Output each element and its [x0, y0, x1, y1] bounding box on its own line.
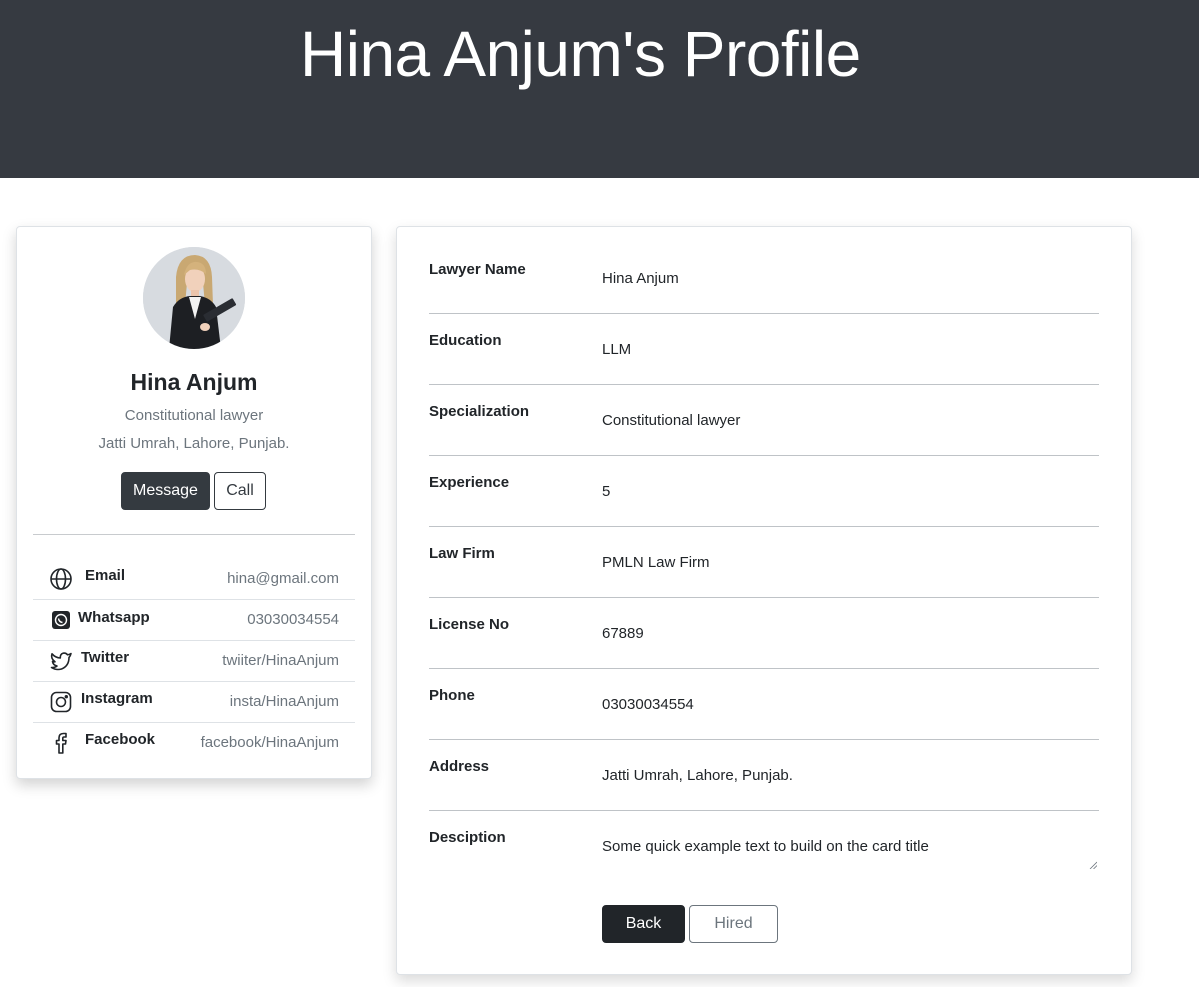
detail-row-experience: Experience 5	[429, 456, 1099, 527]
call-button[interactable]: Call	[214, 472, 266, 510]
detail-row-lawyer-name: Lawyer Name Hina Anjum	[429, 243, 1099, 314]
facebook-icon	[49, 731, 73, 755]
hired-button[interactable]: Hired	[689, 905, 778, 943]
social-value-facebook: facebook/HinaAnjum	[200, 734, 339, 751]
detail-value: PMLN Law Firm	[602, 554, 710, 571]
social-label-instagram: Instagram	[81, 690, 153, 707]
detail-row-specialization: Specialization Constitutional lawyer	[429, 385, 1099, 456]
page-title-name: Hina Anjum	[300, 18, 623, 90]
description-label: Desciption	[429, 829, 506, 846]
social-list: Email hina@gmail.com Whatsapp 0303003455…	[33, 559, 355, 764]
detail-value: 5	[602, 483, 611, 500]
detail-row-address: Address Jatti Umrah, Lahore, Punjab.	[429, 740, 1099, 811]
whatsapp-icon	[51, 610, 71, 630]
avatar-photo	[143, 247, 245, 349]
detail-label: Address	[429, 758, 490, 775]
detail-row-phone: Phone 03030034554	[429, 669, 1099, 740]
page-header: Hina Anjum's Profile	[0, 0, 1199, 178]
detail-label: Education	[429, 332, 502, 349]
detail-label: Specialization	[429, 403, 530, 420]
detail-row-education: Education LLM	[429, 314, 1099, 385]
profile-location: Jatti Umrah, Lahore, Punjab.	[98, 435, 290, 452]
globe-icon	[49, 567, 73, 591]
page-title: Hina Anjum's Profile	[300, 16, 861, 92]
resize-grip-icon[interactable]	[1089, 861, 1097, 869]
twitter-icon	[49, 649, 73, 673]
detail-row-description: Desciption Some quick example text to bu…	[429, 811, 1099, 891]
detail-value: 03030034554	[602, 696, 694, 713]
back-button[interactable]: Back	[602, 905, 685, 943]
social-label-facebook: Facebook	[85, 731, 156, 748]
detail-value: Jatti Umrah, Lahore, Punjab.	[602, 767, 793, 784]
detail-label: License No	[429, 616, 510, 633]
detail-label: Experience	[429, 474, 510, 491]
social-item-twitter[interactable]: Twitter twiiter/HinaAnjum	[33, 641, 355, 682]
detail-label: Law Firm	[429, 545, 495, 562]
detail-value: 67889	[602, 625, 644, 642]
detail-label: Phone	[429, 687, 475, 704]
message-button[interactable]: Message	[121, 472, 210, 510]
social-value-whatsapp: 03030034554	[247, 611, 339, 628]
social-item-facebook[interactable]: Facebook facebook/HinaAnjum	[33, 723, 355, 764]
social-item-email[interactable]: Email hina@gmail.com	[33, 559, 355, 600]
social-value-twitter: twiiter/HinaAnjum	[222, 652, 339, 669]
page-title-suffix: 's Profile	[622, 18, 861, 90]
detail-card: Lawyer Name Hina Anjum Education LLM Spe…	[396, 226, 1132, 975]
social-label-email: Email	[85, 567, 126, 584]
profile-divider	[33, 534, 355, 535]
social-item-whatsapp[interactable]: Whatsapp 03030034554	[33, 600, 355, 641]
detail-label: Lawyer Name	[429, 261, 526, 278]
detail-row-license-no: License No 67889	[429, 598, 1099, 669]
social-label-whatsapp: Whatsapp	[78, 609, 150, 626]
profile-card: Hina Anjum Constitutional lawyer Jatti U…	[16, 226, 372, 779]
detail-value: LLM	[602, 341, 632, 358]
profile-title: Constitutional lawyer	[124, 407, 264, 424]
social-value-instagram: insta/HinaAnjum	[229, 693, 339, 710]
description-textarea[interactable]: Some quick example text to build on the …	[602, 821, 1099, 871]
avatar	[143, 247, 245, 349]
detail-value: Constitutional lawyer	[602, 412, 741, 429]
social-item-instagram[interactable]: Instagram insta/HinaAnjum	[33, 682, 355, 723]
description-text: Some quick example text to build on the …	[602, 838, 929, 855]
social-value-email: hina@gmail.com	[227, 570, 339, 587]
social-label-twitter: Twitter	[81, 649, 130, 666]
detail-row-law-firm: Law Firm PMLN Law Firm	[429, 527, 1099, 598]
instagram-icon	[49, 690, 73, 714]
profile-name: Hina Anjum	[130, 369, 258, 395]
detail-value: Hina Anjum	[602, 270, 679, 287]
